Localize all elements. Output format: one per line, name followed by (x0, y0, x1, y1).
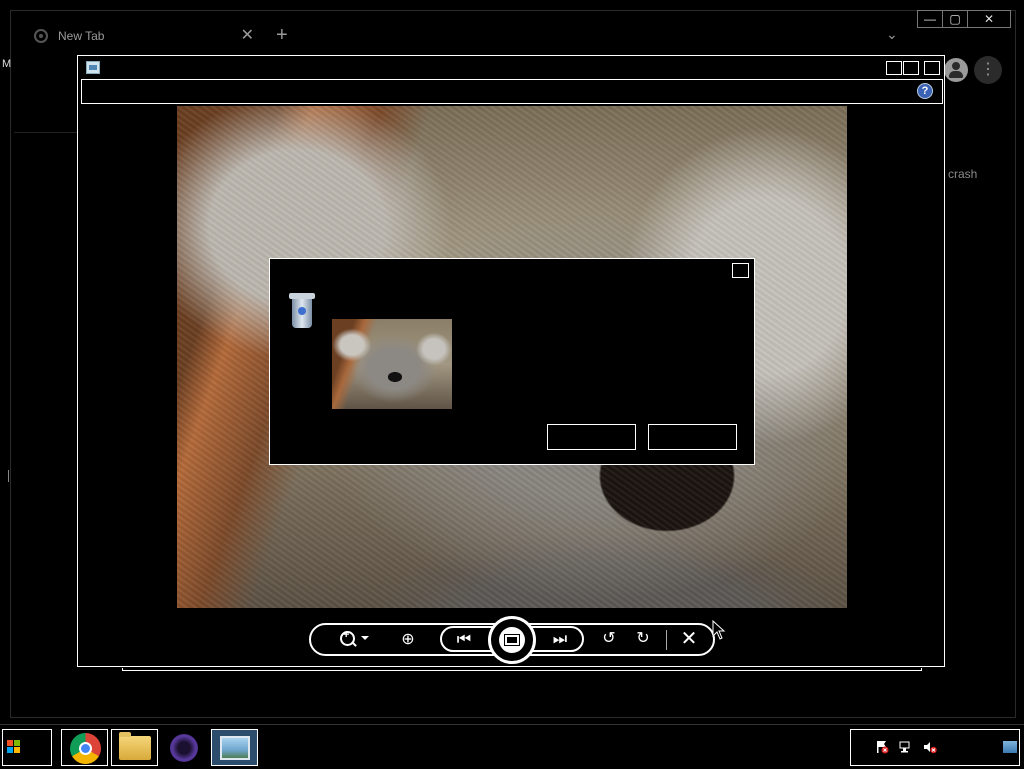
divider (8, 470, 9, 482)
divider (666, 630, 667, 650)
previous-icon[interactable]: ⏮ (454, 630, 474, 650)
photo-viewer-icon (220, 736, 250, 760)
volume-muted-icon[interactable] (923, 740, 937, 754)
taskbar-photo-viewer-button[interactable] (211, 729, 258, 766)
divider (14, 132, 84, 133)
fit-to-window-icon[interactable]: ⊕ (397, 630, 419, 650)
koala-thumbnail (332, 319, 452, 409)
delete-icon[interactable]: ✕ (678, 629, 700, 651)
profile-avatar-icon[interactable] (944, 58, 968, 82)
slideshow-button[interactable] (488, 616, 536, 664)
new-tab-button[interactable]: + (276, 24, 288, 47)
taskbar-chrome-button[interactable] (61, 729, 108, 766)
viewer-maximize-button[interactable] (903, 61, 919, 75)
taskbar-app-button[interactable] (161, 729, 208, 766)
recycle-bin-icon (289, 293, 315, 328)
tab-close-icon[interactable]: ✕ (241, 25, 254, 45)
viewer-command-bar (81, 79, 943, 104)
chrome-icon (70, 733, 101, 764)
minimize-button[interactable]: — (917, 10, 943, 28)
side-letter: M (2, 58, 12, 70)
maximize-button[interactable]: ▢ (942, 10, 968, 28)
no-button[interactable] (648, 424, 737, 450)
help-icon[interactable]: ? (917, 83, 933, 99)
tab-title: New Tab (58, 29, 105, 43)
viewer-minimize-button[interactable] (886, 61, 902, 75)
divider (122, 668, 922, 671)
windows-logo-icon (7, 740, 21, 754)
close-button[interactable]: ✕ (967, 10, 1011, 28)
app-icon (170, 734, 198, 762)
photo-viewer-app-icon (86, 61, 100, 74)
page-text-fragment: crash (948, 167, 978, 181)
rotate-left-icon[interactable]: ↺ (598, 629, 620, 651)
action-center-flag-icon[interactable] (875, 740, 889, 754)
chrome-favicon-icon (34, 29, 48, 43)
mouse-cursor-icon (712, 620, 726, 640)
viewer-close-button[interactable] (924, 61, 940, 75)
dialog-close-button[interactable] (732, 263, 749, 278)
browser-menu-button[interactable]: ⋮ (974, 56, 1002, 84)
next-icon[interactable]: ⏭ (550, 630, 570, 650)
yes-button[interactable] (547, 424, 636, 450)
folder-icon (119, 732, 151, 760)
rotate-right-icon[interactable]: ↻ (632, 629, 654, 651)
network-icon[interactable] (899, 740, 913, 754)
browser-tab[interactable]: New Tab ✕ (24, 22, 262, 50)
start-button[interactable] (2, 729, 52, 766)
taskbar-explorer-button[interactable] (111, 729, 158, 766)
show-desktop-icon[interactable] (1003, 741, 1017, 753)
system-tray (850, 729, 1020, 766)
zoom-icon[interactable] (338, 629, 369, 651)
chevron-down-icon[interactable]: ⌄ (886, 26, 898, 43)
